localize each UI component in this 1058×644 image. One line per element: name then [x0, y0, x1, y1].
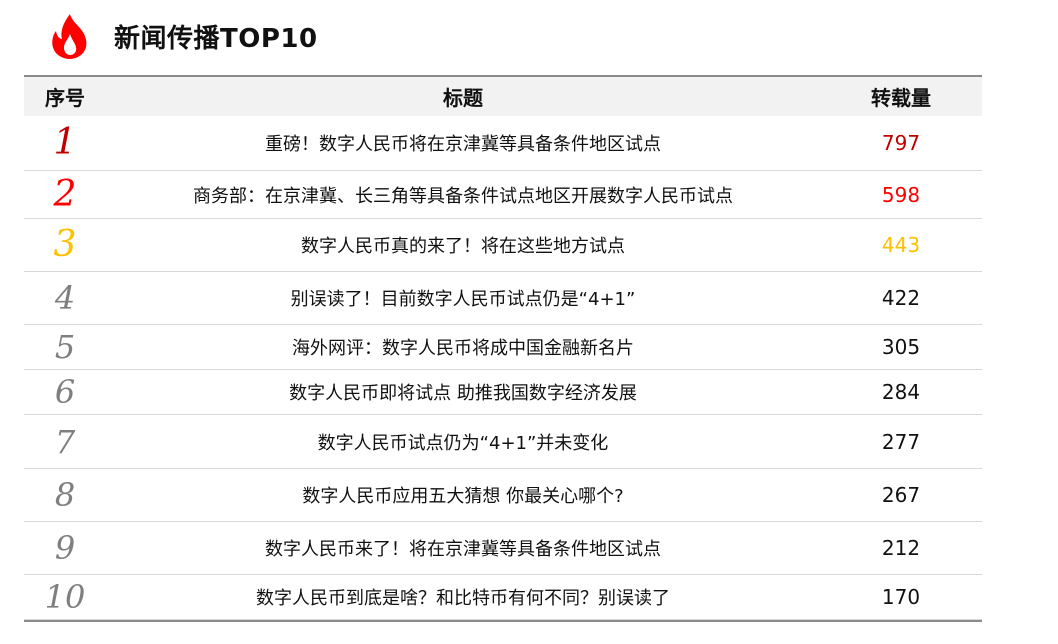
rank-number: 6: [54, 373, 76, 411]
news-title-link[interactable]: 数字人民币即将试点 助推我国数字经济发展: [106, 379, 820, 405]
table-header-row: 序号 标题 转载量: [24, 77, 982, 116]
rank-number: 9: [54, 529, 76, 567]
repost-count: 267: [881, 483, 921, 507]
column-header-count: 转载量: [871, 86, 931, 110]
column-header-rank: 序号: [45, 86, 85, 110]
news-title-link[interactable]: 数字人民币来了！将在京津冀等具备条件地区试点: [106, 535, 820, 561]
table-bottom-rule: [24, 620, 982, 622]
table-row[interactable]: 3 数字人民币真的来了！将在这些地方试点 443: [24, 219, 982, 272]
rank-number: 7: [54, 422, 76, 461]
table-row[interactable]: 5 海外网评：数字人民币将成中国金融新名片 305: [24, 325, 982, 370]
news-title-link[interactable]: 数字人民币应用五大猜想 你最关心哪个?: [106, 482, 820, 508]
repost-count: 797: [881, 131, 921, 155]
news-title-link[interactable]: 数字人民币到底是啥？和比特币有何不同？别误读了: [106, 584, 820, 610]
rank-number: 4: [54, 279, 76, 317]
rank-number: 8: [54, 476, 76, 514]
repost-count: 170: [881, 585, 921, 609]
rank-number: 3: [53, 224, 77, 265]
rank-number: 1: [53, 122, 77, 163]
repost-count: 443: [881, 233, 921, 257]
table-row[interactable]: 6 数字人民币即将试点 助推我国数字经济发展 284: [24, 370, 982, 415]
table-row[interactable]: 4 别误读了！目前数字人民币试点仍是“4+1” 422: [24, 272, 982, 325]
page-header: 新闻传播TOP10: [46, 6, 318, 66]
repost-count: 277: [881, 429, 921, 454]
rank-number: 5: [54, 328, 76, 366]
column-header-title: 标题: [443, 86, 483, 110]
table-row[interactable]: 1 重磅！数字人民币将在京津冀等具备条件地区试点 797: [24, 116, 982, 171]
repost-count: 422: [881, 286, 921, 310]
table-row[interactable]: 7 数字人民币试点仍为“4+1”并未变化 277: [24, 415, 982, 469]
repost-count: 305: [881, 335, 921, 359]
news-title-link[interactable]: 商务部：在京津冀、长三角等具备条件试点地区开展数字人民币试点: [106, 182, 820, 208]
news-title-link[interactable]: 海外网评：数字人民币将成中国金融新名片: [106, 334, 820, 360]
table-row[interactable]: 9 数字人民币来了！将在京津冀等具备条件地区试点 212: [24, 522, 982, 575]
repost-count: 284: [881, 380, 921, 404]
rank-number: 10: [44, 578, 86, 616]
rank-number: 2: [53, 173, 77, 215]
table-row[interactable]: 8 数字人民币应用五大猜想 你最关心哪个? 267: [24, 469, 982, 522]
repost-count: 212: [881, 536, 921, 560]
table-row[interactable]: 10 数字人民币到底是啥？和比特币有何不同？别误读了 170: [24, 575, 982, 620]
news-title-link[interactable]: 重磅！数字人民币将在京津冀等具备条件地区试点: [106, 130, 820, 156]
repost-count: 598: [881, 182, 921, 207]
page-title: 新闻传播TOP10: [114, 23, 318, 54]
news-title-link[interactable]: 数字人民币真的来了！将在这些地方试点: [106, 232, 820, 258]
news-title-link[interactable]: 别误读了！目前数字人民币试点仍是“4+1”: [106, 285, 820, 311]
news-title-link[interactable]: 数字人民币试点仍为“4+1”并未变化: [106, 429, 820, 455]
news-ranking-table: 序号 标题 转载量 1 重磅！数字人民币将在京津冀等具备条件地区试点 797 2…: [24, 75, 982, 622]
flame-icon: [52, 14, 87, 59]
table-row[interactable]: 2 商务部：在京津冀、长三角等具备条件试点地区开展数字人民币试点 598: [24, 171, 982, 219]
